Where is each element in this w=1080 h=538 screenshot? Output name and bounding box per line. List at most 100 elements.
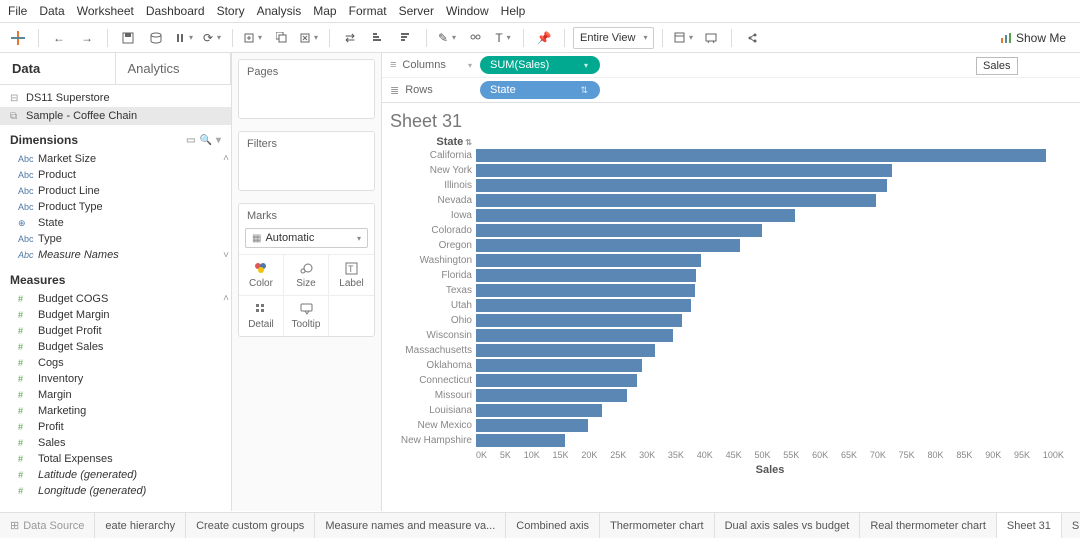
mark-size-button[interactable]: Size (284, 254, 329, 295)
bar-row[interactable] (476, 253, 1064, 268)
measure-field[interactable]: #Budget Margin (0, 307, 231, 323)
sheet-tab[interactable]: Thermometer chart (600, 513, 715, 538)
measure-field[interactable]: #Budget COGS (0, 291, 231, 307)
bar-row[interactable] (476, 268, 1064, 283)
menu-worksheet[interactable]: Worksheet (77, 4, 134, 18)
bar-row[interactable] (476, 358, 1064, 373)
sort-desc-button[interactable] (394, 27, 418, 49)
save-button[interactable] (116, 27, 140, 49)
sheet-tab[interactable]: Real thermometer chart (860, 513, 997, 538)
dimension-field[interactable]: AbcMeasure Names (0, 247, 231, 263)
menu-dashboard[interactable]: Dashboard (146, 4, 205, 18)
mark-label-button[interactable]: TLabel (329, 254, 374, 295)
bar-row[interactable] (476, 208, 1064, 223)
bar[interactable] (476, 299, 691, 312)
bar-row[interactable] (476, 388, 1064, 403)
datasource-item[interactable]: ⧉Sample - Coffee Chain (0, 107, 231, 125)
clear-button[interactable] (297, 27, 321, 49)
duplicate-button[interactable] (269, 27, 293, 49)
menu-format[interactable]: Format (349, 4, 387, 18)
menu-help[interactable]: Help (501, 4, 526, 18)
bar-row[interactable] (476, 223, 1064, 238)
measure-field[interactable]: #Marketing (0, 403, 231, 419)
sort-asc-button[interactable] (366, 27, 390, 49)
bar[interactable] (476, 359, 642, 372)
measure-field[interactable]: #Profit (0, 419, 231, 435)
bar[interactable] (476, 344, 655, 357)
menu-file[interactable]: File (8, 4, 27, 18)
sheet-tab[interactable]: eate hierarchy (95, 513, 186, 538)
measure-field[interactable]: #Total Expenses (0, 451, 231, 467)
pages-shelf[interactable]: Pages (238, 59, 375, 119)
show-me-button[interactable]: Show Me (992, 31, 1074, 45)
bar-row[interactable] (476, 238, 1064, 253)
dimension-field[interactable]: AbcType (0, 231, 231, 247)
bar[interactable] (476, 224, 762, 237)
presentation-button[interactable] (699, 27, 723, 49)
dimension-field[interactable]: ⊕State (0, 215, 231, 231)
bar[interactable] (476, 149, 1046, 162)
measure-field[interactable]: #Margin (0, 387, 231, 403)
menu-icon[interactable]: ▾ (216, 135, 221, 146)
tab-data[interactable]: Data (0, 53, 116, 84)
pill-state[interactable]: State⇅ (480, 81, 600, 99)
dimension-field[interactable]: AbcProduct Line (0, 183, 231, 199)
bar[interactable] (476, 419, 588, 432)
mark-tooltip-button[interactable]: Tooltip (284, 295, 329, 336)
menu-window[interactable]: Window (446, 4, 489, 18)
marks-type-dropdown[interactable]: ▦Automatic ▾ (245, 228, 368, 248)
sheet-tab[interactable]: Sheet 31 (997, 513, 1062, 538)
share-button[interactable] (740, 27, 764, 49)
dimension-field[interactable]: AbcProduct Type (0, 199, 231, 215)
measure-field[interactable]: #Budget Sales (0, 339, 231, 355)
filters-shelf[interactable]: Filters (238, 131, 375, 191)
menu-analysis[interactable]: Analysis (257, 4, 302, 18)
pause-updates-button[interactable] (172, 27, 196, 49)
dimension-field[interactable]: AbcProduct (0, 167, 231, 183)
bar[interactable] (476, 314, 682, 327)
menu-server[interactable]: Server (399, 4, 434, 18)
new-datasource-button[interactable] (144, 27, 168, 49)
bar[interactable] (476, 194, 876, 207)
bar-row[interactable] (476, 328, 1064, 343)
labels-button[interactable]: T (491, 27, 515, 49)
measure-field[interactable]: #Inventory (0, 371, 231, 387)
bar-row[interactable] (476, 163, 1064, 178)
mark-color-button[interactable]: Color (239, 254, 284, 295)
dimension-field[interactable]: AbcMarket Size (0, 151, 231, 167)
bar-row[interactable] (476, 178, 1064, 193)
rows-shelf[interactable]: ≣Rows State⇅ (382, 78, 1080, 102)
bar-row[interactable] (476, 418, 1064, 433)
bar[interactable] (476, 404, 602, 417)
tab-analytics[interactable]: Analytics (116, 53, 232, 84)
menu-map[interactable]: Map (313, 4, 336, 18)
new-worksheet-button[interactable] (241, 27, 265, 49)
bar-row[interactable] (476, 283, 1064, 298)
menu-data[interactable]: Data (39, 4, 64, 18)
sheet-tab[interactable]: Sheet 32 (1062, 513, 1080, 538)
menu-story[interactable]: Story (217, 4, 245, 18)
pill-sum-sales[interactable]: SUM(Sales)▾ (480, 56, 600, 74)
pin-button[interactable]: 📌 (532, 27, 556, 49)
sheet-tab[interactable]: Measure names and measure va... (315, 513, 506, 538)
swap-button[interactable]: ⇄ (338, 27, 362, 49)
bar-row[interactable] (476, 313, 1064, 328)
group-button[interactable] (463, 27, 487, 49)
sheet-tab[interactable]: Combined axis (506, 513, 600, 538)
highlight-button[interactable]: ✎ (435, 27, 459, 49)
bar[interactable] (476, 329, 673, 342)
refresh-button[interactable]: ⟳ (200, 27, 224, 49)
bar-row[interactable] (476, 148, 1064, 163)
datasource-item[interactable]: ⊟DS11 Superstore (0, 89, 231, 107)
measure-field[interactable]: #Longitude (generated) (0, 483, 231, 499)
search-icon[interactable]: 🔍 (200, 135, 212, 146)
bar-row[interactable] (476, 373, 1064, 388)
columns-shelf[interactable]: ≡Columns▾ SUM(Sales)▾ Sales (382, 53, 1080, 78)
sheet-tab[interactable]: Dual axis sales vs budget (715, 513, 861, 538)
bar[interactable] (476, 179, 887, 192)
sheet-title[interactable]: Sheet 31 (390, 111, 1064, 132)
sheet-tab[interactable]: Create custom groups (186, 513, 315, 538)
data-source-tab[interactable]: ⊞ Data Source (0, 513, 95, 538)
bar[interactable] (476, 239, 740, 252)
mark-detail-button[interactable]: Detail (239, 295, 284, 336)
